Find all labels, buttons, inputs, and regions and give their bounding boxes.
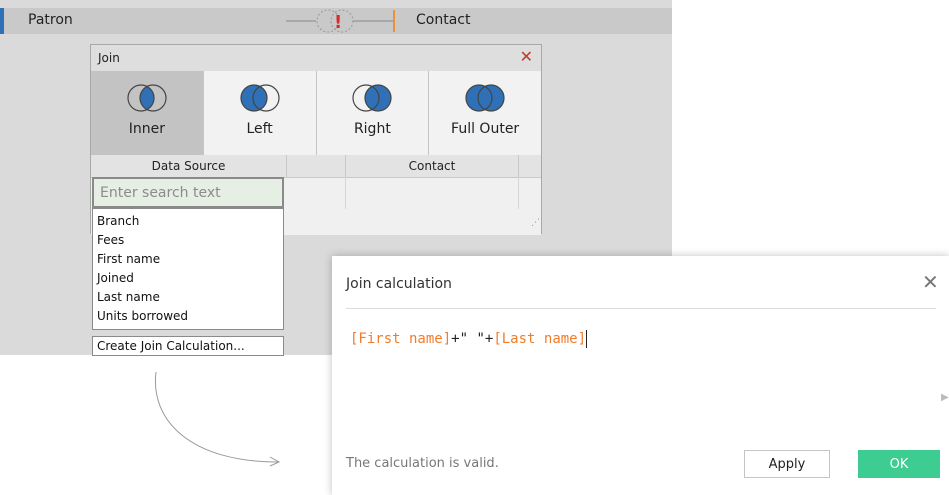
chevron-right-icon[interactable]: ▶ — [941, 392, 949, 403]
formula-operator-token: +" "+ — [451, 331, 494, 347]
calc-formula-editor[interactable]: [First name]+" "+[Last name] — [346, 316, 926, 446]
apply-button[interactable]: Apply — [744, 450, 830, 478]
ok-button[interactable]: OK — [858, 450, 940, 478]
calc-dialog-title: Join calculation — [346, 276, 452, 292]
formula-field-token: [First name] — [350, 331, 452, 347]
validation-status: The calculation is valid. — [346, 456, 499, 471]
close-icon[interactable]: ✕ — [922, 270, 939, 294]
divider — [346, 308, 936, 309]
join-calculation-dialog: Join calculation ✕ [First name]+" "+[Las… — [332, 256, 949, 495]
text-caret — [586, 330, 588, 348]
formula-text: [First name]+" "+[Last name] — [350, 330, 588, 348]
formula-field-token: [Last name] — [493, 331, 587, 347]
